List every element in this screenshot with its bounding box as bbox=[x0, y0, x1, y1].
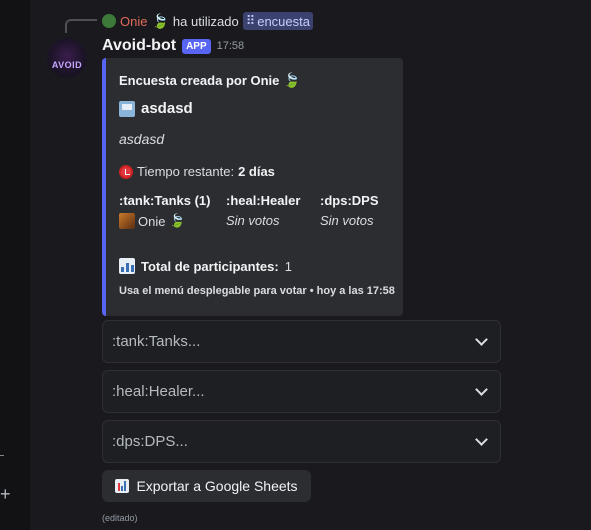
alarm-clock-icon bbox=[119, 164, 133, 179]
embed-title-text: asdasd bbox=[141, 100, 193, 117]
leaf-icon: 🍃 bbox=[151, 12, 169, 29]
time-remaining-label: Tiempo restante: bbox=[137, 164, 235, 179]
slash-command-icon: ⠿ bbox=[245, 13, 256, 28]
select-dps[interactable]: :dps:DPS... bbox=[102, 420, 501, 463]
chevron-down-icon bbox=[475, 383, 488, 396]
reference-user-avatar[interactable] bbox=[102, 14, 116, 28]
user-role-icon bbox=[119, 213, 135, 229]
select-healer[interactable]: :heal:Healer... bbox=[102, 370, 501, 413]
export-button-label: Exportar a Google Sheets bbox=[136, 478, 298, 494]
add-icon[interactable]: + bbox=[0, 485, 11, 503]
chevron-down-icon bbox=[475, 433, 488, 446]
leaf-icon: 🍃 bbox=[283, 72, 301, 88]
reference-username[interactable]: Onie bbox=[120, 14, 147, 29]
chevron-down-icon bbox=[475, 333, 488, 346]
field-name: :tank:Tanks (1) bbox=[119, 193, 211, 208]
field-value: Sin votos bbox=[226, 213, 280, 228]
field-healer: :heal:Healer Sin votos bbox=[226, 193, 300, 228]
embed-title: asdasd bbox=[119, 100, 193, 117]
field-value: Sin votos bbox=[320, 213, 374, 228]
voter-name: Onie bbox=[138, 213, 166, 229]
avatar-logo-text: AVOID bbox=[51, 60, 83, 70]
time-remaining: Tiempo restante: 2 días bbox=[119, 164, 275, 179]
embed-description: asdasd bbox=[119, 131, 165, 147]
ballot-box-icon bbox=[119, 100, 135, 117]
author-name[interactable]: Avoid-bot bbox=[102, 37, 176, 55]
edited-indicator: (editado) bbox=[102, 513, 138, 523]
participants-count: Total de participantes: 1 bbox=[119, 258, 292, 274]
field-dps: :dps:DPS Sin votos bbox=[320, 193, 379, 228]
command-name: encuesta bbox=[257, 13, 310, 29]
select-placeholder: :heal:Healer... bbox=[112, 383, 205, 400]
export-google-sheets-button[interactable]: Exportar a Google Sheets bbox=[102, 470, 311, 502]
bar-chart-icon bbox=[119, 258, 135, 274]
bot-avatar[interactable]: AVOID bbox=[47, 38, 87, 78]
select-placeholder: :tank:Tanks... bbox=[112, 333, 201, 350]
field-tanks: :tank:Tanks (1) Onie 🍃 bbox=[119, 193, 211, 229]
sidebar-divider bbox=[0, 455, 4, 456]
message-header: Avoid-bot APP 17:58 bbox=[102, 36, 244, 56]
time-remaining-value: 2 días bbox=[238, 164, 275, 179]
select-tanks[interactable]: :tank:Tanks... bbox=[102, 320, 501, 363]
message-timestamp[interactable]: 17:58 bbox=[217, 40, 245, 52]
command-reference[interactable]: Onie 🍃 ha utilizado ⠿ encuesta bbox=[102, 12, 313, 30]
poll-embed: Encuesta creada por Onie 🍃 asdasd asdasd… bbox=[102, 58, 403, 316]
left-sidebar: + bbox=[0, 0, 30, 530]
app-badge: APP bbox=[182, 38, 211, 54]
bar-chart-icon bbox=[115, 479, 130, 493]
field-name: :dps:DPS bbox=[320, 193, 379, 208]
participants-label: Total de participantes: bbox=[141, 258, 279, 274]
field-name: :heal:Healer bbox=[226, 193, 301, 208]
embed-footer: Usa el menú desplegable para votar • hoy… bbox=[119, 285, 395, 297]
reply-connector bbox=[65, 19, 97, 33]
leaf-icon: 🍃 bbox=[169, 213, 186, 228]
select-placeholder: :dps:DPS... bbox=[112, 433, 188, 450]
embed-author: Encuesta creada por Onie 🍃 bbox=[119, 72, 300, 89]
command-mention[interactable]: ⠿ encuesta bbox=[242, 12, 313, 30]
participants-value: 1 bbox=[284, 258, 292, 274]
embed-author-text: Encuesta creada por Onie bbox=[119, 73, 280, 88]
reference-action-text: ha utilizado bbox=[172, 13, 239, 29]
field-value: Onie 🍃 bbox=[119, 213, 211, 229]
